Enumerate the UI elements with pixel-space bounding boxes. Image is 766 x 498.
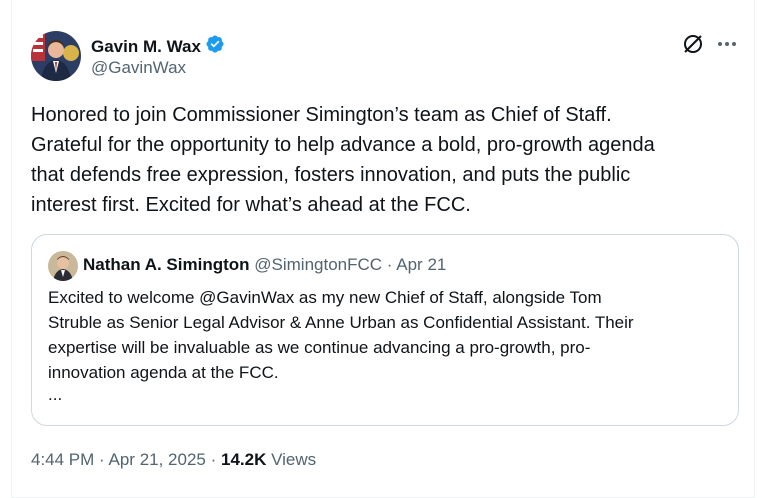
author-name-row: Gavin M. Wax [91,34,225,59]
views-label: Views [271,450,317,469]
author-avatar[interactable] [31,31,81,81]
tweet-time[interactable]: 4:44 PM [31,450,94,469]
author-handle[interactable]: @GavinWax [91,58,186,78]
quoted-tweet-ellipsis: ... [48,385,63,404]
author-display-name[interactable]: Gavin M. Wax [91,37,201,57]
more-icon[interactable] [714,31,740,57]
quoted-tweet[interactable]: Nathan A. Simington @SimingtonFCC · Apr … [31,234,739,426]
quoted-author-handle: @SimingtonFCC [254,255,383,274]
tweet-date[interactable]: Apr 21, 2025 [109,450,206,469]
meta-separator-1: · [99,450,105,469]
quoted-date: Apr 21 [396,255,447,274]
tweet-text: Honored to join Commissioner Simington’s… [31,104,655,216]
grok-icon[interactable] [681,32,705,56]
quoted-author-avatar [48,251,78,281]
quoted-tweet-text: Excited to welcome @GavinWax as my new C… [48,288,634,382]
views-count: 14.2K [221,450,267,469]
quoted-author-name: Nathan A. Simington [83,255,250,274]
tweet-meta: 4:44 PM · Apr 21, 2025 · 14.2K Views [31,450,316,470]
meta-separator-2: · [210,450,217,469]
quoted-tweet-header: Nathan A. Simington @SimingtonFCC · Apr … [83,255,446,275]
quoted-separator: · [386,255,393,274]
verified-badge-icon [205,34,225,59]
